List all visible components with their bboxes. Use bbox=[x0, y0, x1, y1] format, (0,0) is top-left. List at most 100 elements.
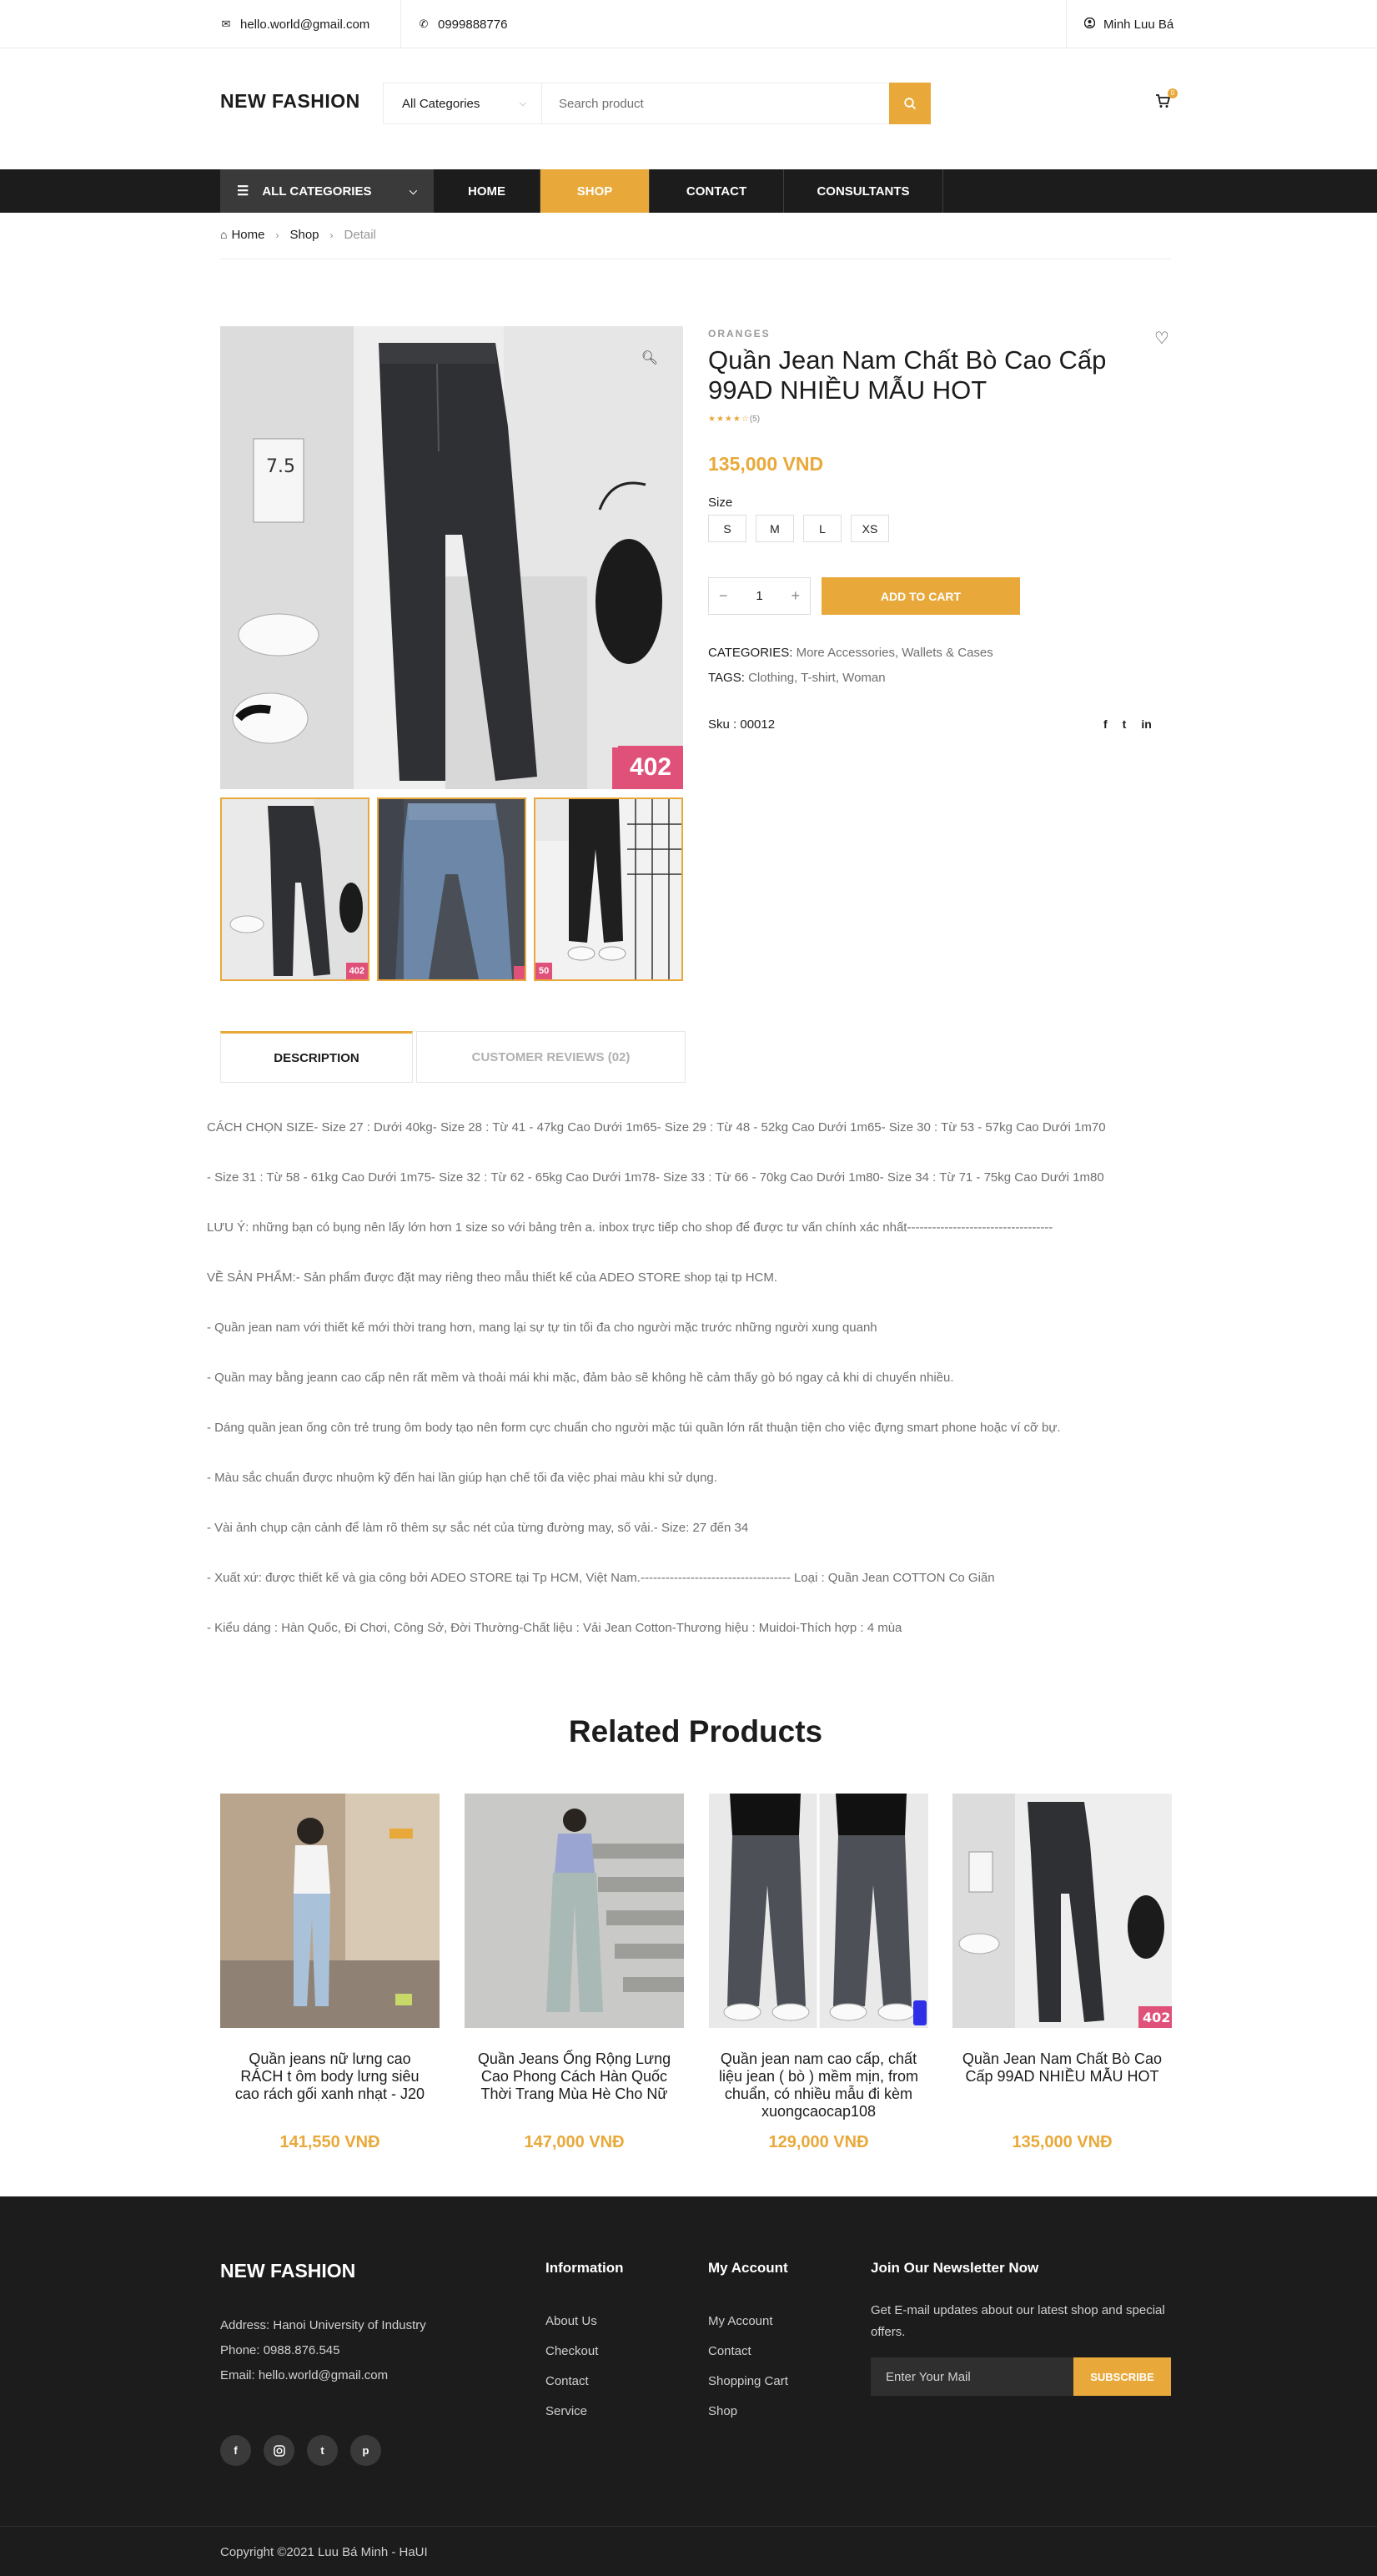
description-line: - Size 31 : Từ 58 - 61kg Cao Dưới 1m75- … bbox=[207, 1170, 1104, 1185]
thumbnail-image bbox=[535, 799, 681, 979]
footer-link-shop[interactable]: Shop bbox=[708, 2397, 788, 2427]
footer-link-contact[interactable]: Contact bbox=[708, 2337, 788, 2367]
search-bar: All Categories ⌵ bbox=[383, 83, 931, 124]
tags-label: TAGS bbox=[708, 671, 741, 685]
related-product-card[interactable]: Quần Jeans Ống Rộng Lưng Cao Phong Cách … bbox=[465, 1794, 684, 2103]
related-product-card[interactable]: 402 Quần Jean Nam Chất Bò Cao Cấp 99AD N… bbox=[952, 1794, 1172, 2085]
minus-icon[interactable]: − bbox=[719, 587, 728, 605]
footer-copyright: Copyright ©2021 Luu Bá Minh - HaUI bbox=[220, 2545, 428, 2559]
product-brand: ORANGES bbox=[708, 328, 771, 340]
thumbnail-badge: 50 bbox=[535, 963, 553, 979]
product-main-image[interactable]: 7.5 🔍︎ 402 bbox=[220, 326, 683, 789]
product-sku: Sku : 00012 bbox=[708, 717, 776, 732]
related-product-name[interactable]: Quần Jean Nam Chất Bò Cao Cấp 99AD NHIỀU… bbox=[952, 2050, 1172, 2085]
size-option-s[interactable]: S bbox=[708, 515, 746, 542]
newsletter-form: SUBSCRIBE bbox=[871, 2357, 1171, 2396]
footer-contact-info: Address: Hanoi University of Industry Ph… bbox=[220, 2313, 437, 2388]
all-categories-button[interactable]: ☰ ALL CATEGORIES ⌵ bbox=[220, 169, 434, 213]
quantity-value[interactable]: 1 bbox=[756, 589, 762, 603]
envelope-icon: ✉ bbox=[221, 18, 231, 30]
size-option-m[interactable]: M bbox=[756, 515, 794, 542]
tab-customer-reviews[interactable]: CUSTOMER REVIEWS (02) bbox=[416, 1031, 686, 1083]
facebook-icon[interactable]: f bbox=[1103, 717, 1108, 731]
size-label: Size bbox=[708, 496, 733, 510]
pinterest-icon[interactable]: p bbox=[350, 2435, 381, 2466]
product-photo bbox=[220, 1794, 440, 2028]
footer-address: Address: Hanoi University of Industry bbox=[220, 2318, 426, 2332]
footer-account-links: My Account Contact Shopping Cart Shop bbox=[708, 2307, 788, 2427]
related-product-image[interactable] bbox=[465, 1794, 684, 2028]
description-line: - Kiểu dáng : Hàn Quốc, Đi Chơi, Công Sở… bbox=[207, 1621, 902, 1635]
add-to-cart-button[interactable]: ADD TO CART bbox=[822, 577, 1020, 615]
user-icon bbox=[1083, 17, 1095, 31]
product-thumbnail-3[interactable]: 50 bbox=[534, 797, 683, 981]
nav-home[interactable]: HOME bbox=[434, 169, 540, 213]
chevron-right-icon: › bbox=[275, 229, 279, 241]
categories-value[interactable]: More Accessories, Wallets & Cases bbox=[797, 646, 993, 660]
related-product-price: 147,000 VNĐ bbox=[524, 2133, 625, 2151]
plus-icon[interactable]: + bbox=[791, 587, 800, 605]
tags-value[interactable]: Clothing, T-shirt, Woman bbox=[748, 671, 886, 685]
footer-logo[interactable]: NEW FASHION bbox=[220, 2260, 355, 2282]
twitter-icon[interactable]: t bbox=[1123, 717, 1127, 731]
nav-consultants[interactable]: CONSULTANTS bbox=[784, 169, 943, 213]
nav-shop[interactable]: SHOP bbox=[540, 169, 650, 213]
cart-button[interactable]: 0 bbox=[1155, 88, 1178, 112]
footer-link-checkout[interactable]: Checkout bbox=[545, 2337, 598, 2367]
breadcrumb-shop[interactable]: Shop bbox=[289, 228, 319, 242]
thumbnail-image bbox=[379, 799, 525, 979]
footer-link-my-account[interactable]: My Account bbox=[708, 2307, 788, 2337]
nav-contact[interactable]: CONTACT bbox=[650, 169, 784, 213]
related-product-image[interactable]: 402 bbox=[952, 1794, 1172, 2028]
related-product-name[interactable]: Quần Jeans Ống Rộng Lưng Cao Phong Cách … bbox=[465, 2050, 684, 2103]
related-product-name[interactable]: Quần jean nam cao cấp, chất liệu jean ( … bbox=[709, 2050, 928, 2121]
categories-label: CATEGORIES bbox=[708, 646, 790, 660]
thumbnail-badge: 402 bbox=[345, 963, 368, 979]
all-categories-label: ALL CATEGORIES bbox=[262, 184, 372, 199]
instagram-icon[interactable] bbox=[264, 2435, 294, 2466]
footer-link-service[interactable]: Service bbox=[545, 2397, 598, 2427]
phone-icon: ✆ bbox=[419, 18, 429, 30]
topbar-user[interactable]: Minh Luu Bá bbox=[1066, 0, 1173, 48]
footer-link-about-us[interactable]: About Us bbox=[545, 2307, 598, 2337]
breadcrumb-home[interactable]: ⌂ Home bbox=[220, 228, 264, 242]
category-select[interactable]: All Categories ⌵ bbox=[384, 83, 542, 123]
related-product-image[interactable] bbox=[220, 1794, 440, 2028]
tab-description[interactable]: DESCRIPTION bbox=[220, 1031, 413, 1083]
footer-link-contact[interactable]: Contact bbox=[545, 2367, 598, 2397]
search-input[interactable] bbox=[542, 83, 889, 123]
product-photo bbox=[709, 1794, 928, 2028]
product-thumbnail-2[interactable] bbox=[377, 797, 526, 981]
related-product-price: 129,000 VNĐ bbox=[768, 2133, 869, 2151]
site-logo[interactable]: NEW FASHION bbox=[220, 90, 360, 113]
linkedin-icon[interactable]: in bbox=[1141, 717, 1151, 731]
topbar-email[interactable]: ✉ hello.world@gmail.com bbox=[220, 0, 370, 48]
description-line: LƯU Ý: những bạn có bụng nên lấy lớn hơn… bbox=[207, 1220, 1053, 1235]
footer-information-links: About Us Checkout Contact Service bbox=[545, 2307, 598, 2427]
product-thumbnail-1[interactable]: 402 bbox=[220, 797, 369, 981]
size-option-l[interactable]: L bbox=[803, 515, 842, 542]
product-categories: CATEGORIES: More Accessories, Wallets & … bbox=[708, 646, 993, 660]
product-photo: 402 bbox=[952, 1794, 1172, 2028]
newsletter-email-input[interactable] bbox=[871, 2357, 1073, 2396]
hamburger-icon: ☰ bbox=[237, 184, 249, 199]
footer-divider bbox=[0, 2526, 1377, 2527]
subscribe-button[interactable]: SUBSCRIBE bbox=[1073, 2357, 1171, 2396]
related-product-card[interactable]: Quần jean nam cao cấp, chất liệu jean ( … bbox=[709, 1794, 928, 2121]
size-option-xs[interactable]: XS bbox=[851, 515, 889, 542]
topbar-phone[interactable]: ✆ 0999888776 bbox=[400, 0, 507, 48]
description-line: - Màu sắc chuẩn được nhuộm kỹ đến hai lầ… bbox=[207, 1471, 717, 1485]
related-product-price: 135,000 VNĐ bbox=[1012, 2133, 1113, 2151]
rating-count: (5) bbox=[749, 415, 761, 424]
related-product-image[interactable] bbox=[709, 1794, 928, 2028]
related-product-card[interactable]: Quần jeans nữ lưng cao RÁCH t ôm body lư… bbox=[220, 1794, 440, 2103]
footer-link-shopping-cart[interactable]: Shopping Cart bbox=[708, 2367, 788, 2397]
search-button[interactable] bbox=[889, 83, 931, 124]
zoom-icon[interactable]: 🔍︎ bbox=[641, 350, 658, 366]
home-icon: ⌂ bbox=[220, 228, 228, 241]
product-tabs: DESCRIPTION CUSTOMER REVIEWS (02) bbox=[220, 1031, 689, 1083]
jeans-photo: 7.5 bbox=[220, 326, 683, 789]
related-product-name[interactable]: Quần jeans nữ lưng cao RÁCH t ôm body lư… bbox=[220, 2050, 440, 2103]
facebook-icon[interactable]: f bbox=[220, 2435, 251, 2466]
twitter-icon[interactable]: t bbox=[307, 2435, 338, 2466]
